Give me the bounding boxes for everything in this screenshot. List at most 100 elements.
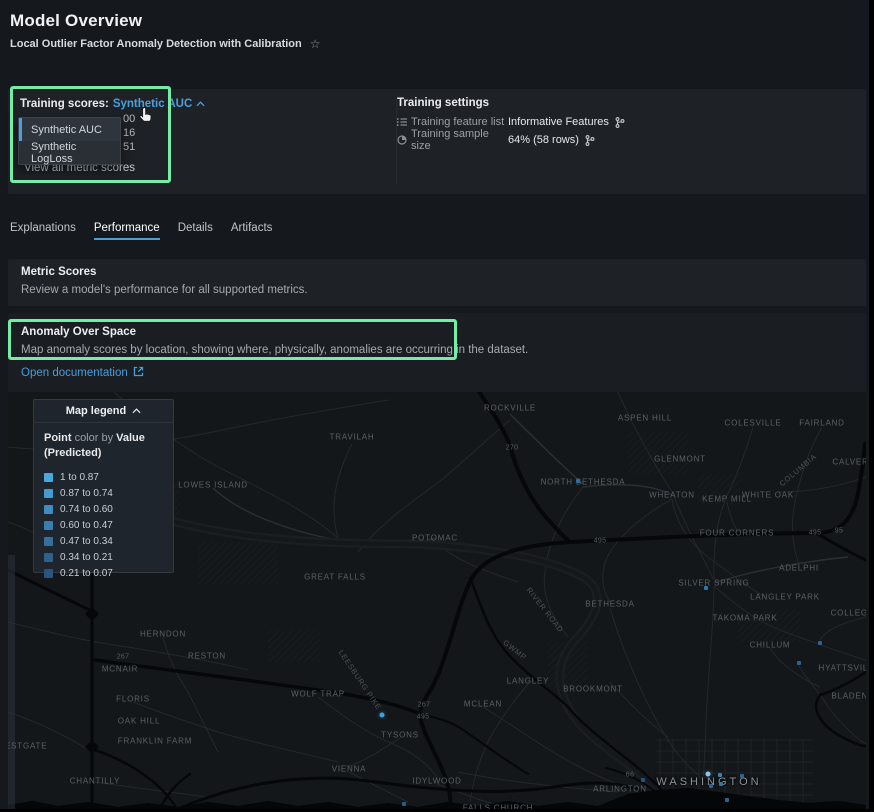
map-place-label: 495 (594, 538, 607, 545)
map-place-label: ASPEN HILL (618, 414, 672, 423)
dropdown-item-synthetic-auc[interactable]: Synthetic AUC (19, 118, 120, 141)
map-place-label: FRANKLIN FARM (118, 737, 192, 746)
legend-swatch (44, 473, 53, 482)
metric-dropdown: Synthetic AUCSynthetic LogLoss (18, 117, 121, 165)
tabs: Explanations Performance Details Artifacts (10, 222, 272, 240)
setting-label: Training feature list (411, 116, 508, 128)
map-place-label: MCNAIR (102, 665, 138, 674)
anomaly-data-point (380, 713, 385, 718)
training-scores-selector[interactable]: Training scores: Synthetic AUC (20, 98, 205, 110)
map-place-label: ROCKVILLE (484, 404, 536, 413)
setting-value: Informative Features (508, 116, 625, 128)
legend-swatch (44, 569, 53, 578)
training-settings-title: Training settings (397, 97, 489, 109)
anomaly-data-point (709, 784, 713, 788)
setting-value: 64% (58 rows) (508, 134, 595, 146)
metric-scores-card (8, 259, 866, 306)
anomaly-data-point (719, 782, 723, 786)
map-place-label: 95 (835, 528, 843, 535)
map-place-label: CHANTILLY (70, 777, 121, 786)
map-legend-body: Point color by Value (Predicted) 1 to 0.… (34, 423, 173, 581)
tab-details[interactable]: Details (178, 222, 213, 240)
legend-item: 0.60 to 0.47 (44, 517, 163, 533)
anomaly-data-point (725, 798, 729, 802)
map-place-label: CHILLUM (750, 641, 791, 650)
map-place-label: 267 (418, 702, 431, 709)
legend-item: 0.87 to 0.74 (44, 485, 163, 501)
map-place-label: WOLF TRAP (291, 690, 345, 699)
metric-scores-description: Review a model's performance for all sup… (21, 284, 308, 296)
anomaly-data-point (706, 772, 711, 777)
map-place-label: HERNDON (140, 630, 186, 639)
map-place-label: IDYLWOOD (412, 777, 461, 786)
training-setting-row: Training feature listInformative Feature… (397, 115, 625, 129)
training-card: Training scores: Synthetic AUC 00 16 51 … (8, 89, 866, 194)
map-place-label: TRAVILAH (330, 433, 375, 442)
map-place-label: BETHESDA (585, 600, 635, 609)
anomaly-map[interactable]: ROCKVILLEASPEN HILLCOLESVILLEFAIRLANDTRA… (8, 392, 866, 812)
map-place-label: 267 (117, 654, 130, 661)
chevron-up-icon (196, 98, 205, 110)
model-name: Local Outlier Factor Anomaly Detection w… (10, 38, 302, 50)
training-scores-label: Training scores: (20, 98, 109, 110)
screen-edge (869, 0, 874, 812)
favorite-star-icon[interactable]: ☆ (310, 38, 321, 50)
anomaly-data-point (818, 641, 822, 645)
open-documentation-label: Open documentation (21, 367, 128, 379)
map-place-label: WESTGATE (8, 742, 47, 751)
map-legend-header[interactable]: Map legend (34, 400, 173, 423)
anomaly-data-point (402, 802, 406, 806)
map-place-label: TAKOMA PARK (713, 614, 778, 623)
map-place-label: GREAT FALLS (304, 573, 366, 582)
page-title: Model Overview (10, 11, 142, 31)
model-overview-page: Model Overview Local Outlier Factor Anom… (0, 0, 874, 812)
map-place-label: OAK HILL (118, 717, 160, 726)
branch-icon[interactable] (615, 117, 625, 128)
map-legend-panel: Map legend Point color by Value (Predict… (33, 399, 174, 573)
tab-performance[interactable]: Performance (94, 222, 160, 240)
anomaly-data-point (797, 661, 801, 665)
map-place-label: ARLINGTON (593, 785, 647, 794)
map-place-label: 66 (626, 772, 634, 779)
map-place-label: ADELPHI (779, 564, 819, 573)
legend-subtitle: Point color by Value (Predicted) (44, 431, 163, 461)
model-name-row: Local Outlier Factor Anomaly Detection w… (10, 38, 321, 50)
map-place-label: BROOKMONT (563, 685, 623, 694)
metric-value-fragment: 00 (123, 113, 135, 125)
legend-swatch (44, 521, 53, 530)
anomaly-data-point (740, 774, 744, 778)
map-place-label: LANGLEY (507, 677, 550, 686)
anomaly-title: Anomaly Over Space (21, 326, 136, 338)
legend-item: 1 to 0.87 (44, 469, 163, 485)
map-place-label: 495 (417, 714, 430, 721)
metric-value-fragment: 16 (123, 127, 135, 139)
tab-artifacts[interactable]: Artifacts (231, 222, 273, 240)
chevron-up-icon (132, 408, 141, 414)
dropdown-item-synthetic-logloss[interactable]: Synthetic LogLoss (19, 141, 120, 164)
branch-icon[interactable] (585, 135, 595, 146)
map-place-label: LANGLEY PARK (750, 593, 820, 602)
anomaly-data-point (641, 778, 645, 782)
training-setting-row: Training sample size64% (58 rows) (397, 133, 625, 147)
list-icon (397, 117, 411, 127)
map-place-label: TYSONS (381, 731, 419, 740)
map-place-label: FAIRLAND (799, 419, 845, 428)
map-place-label: VIENNA (332, 765, 367, 774)
setting-label: Training sample size (411, 128, 508, 152)
legend-swatch (44, 505, 53, 514)
map-place-label: WHEATON (649, 491, 695, 500)
map-place-label: CALVERTON (832, 458, 866, 467)
tab-explanations[interactable]: Explanations (10, 222, 76, 240)
map-place-label: 495 (809, 530, 822, 537)
open-documentation-link[interactable]: Open documentation (21, 366, 144, 380)
map-place-label: HYATTSVILLE (819, 664, 866, 673)
legend-items: 1 to 0.870.87 to 0.740.74 to 0.600.60 to… (44, 469, 163, 581)
map-place-label: FOUR CORNERS (700, 529, 775, 538)
legend-item: 0.74 to 0.60 (44, 501, 163, 517)
legend-item: 0.47 to 0.34 (44, 533, 163, 549)
anomaly-data-point (718, 773, 722, 777)
map-place-label: NORTH BETHESDA (541, 478, 626, 487)
anomaly-data-point (704, 586, 708, 590)
map-place-label: RESTON (188, 652, 226, 661)
selected-metric[interactable]: Synthetic AUC (113, 98, 192, 110)
